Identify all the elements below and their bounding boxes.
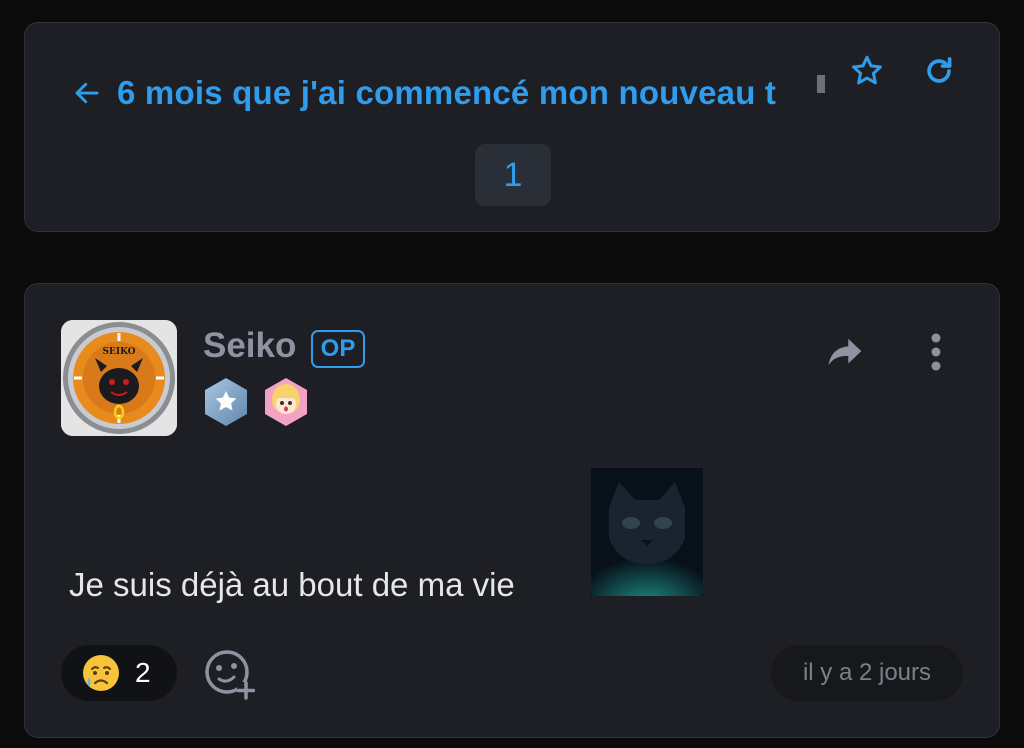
add-emoji-icon	[205, 650, 255, 700]
op-badge: OP	[311, 330, 365, 368]
arrow-left-icon	[75, 82, 99, 104]
watch-avatar-image: SEIKO	[61, 320, 177, 436]
reaction-count: 2	[135, 657, 151, 688]
share-button[interactable]	[823, 330, 867, 374]
post-card: SEIKO Seiko OP Je suis déjà au bout de m…	[24, 283, 1000, 738]
more-options-button[interactable]	[914, 330, 958, 374]
user-avatar[interactable]: SEIKO	[61, 320, 177, 436]
page-number-button[interactable]: 1	[475, 144, 551, 206]
star-badge-icon	[205, 378, 247, 426]
topic-header-card: 6 mois que j'ai commencé mon nouveau t 1	[24, 22, 1000, 232]
add-reaction-button[interactable]	[201, 646, 257, 702]
star-outline-icon	[852, 55, 882, 85]
share-arrow-icon	[828, 338, 862, 366]
dark-cat-image	[591, 468, 703, 596]
topic-title: 6 mois que j'ai commencé mon nouveau t	[117, 74, 777, 111]
topic-title-row: 6 mois que j'ai commencé mon nouveau t	[67, 69, 825, 117]
author-name[interactable]: Seiko	[203, 326, 296, 366]
refresh-button[interactable]	[917, 49, 961, 93]
favorite-button[interactable]	[845, 49, 889, 93]
anime-badge-icon	[265, 378, 307, 426]
reaction-chip[interactable]: 2	[61, 645, 177, 701]
post-timestamp: il y a 2 jours	[771, 645, 963, 701]
title-overflow-marker	[817, 75, 825, 93]
svg-text:SEIKO: SEIKO	[103, 347, 136, 357]
crying-face-icon	[83, 655, 119, 691]
star-rank-badge[interactable]	[201, 376, 251, 428]
refresh-icon	[927, 57, 952, 83]
vertical-dots-icon	[931, 333, 941, 371]
anime-character-badge[interactable]	[261, 376, 311, 428]
back-button[interactable]	[67, 73, 107, 113]
cat-sticker-image[interactable]	[591, 468, 703, 596]
post-body-text: Je suis déjà au bout de ma vie	[69, 566, 515, 603]
